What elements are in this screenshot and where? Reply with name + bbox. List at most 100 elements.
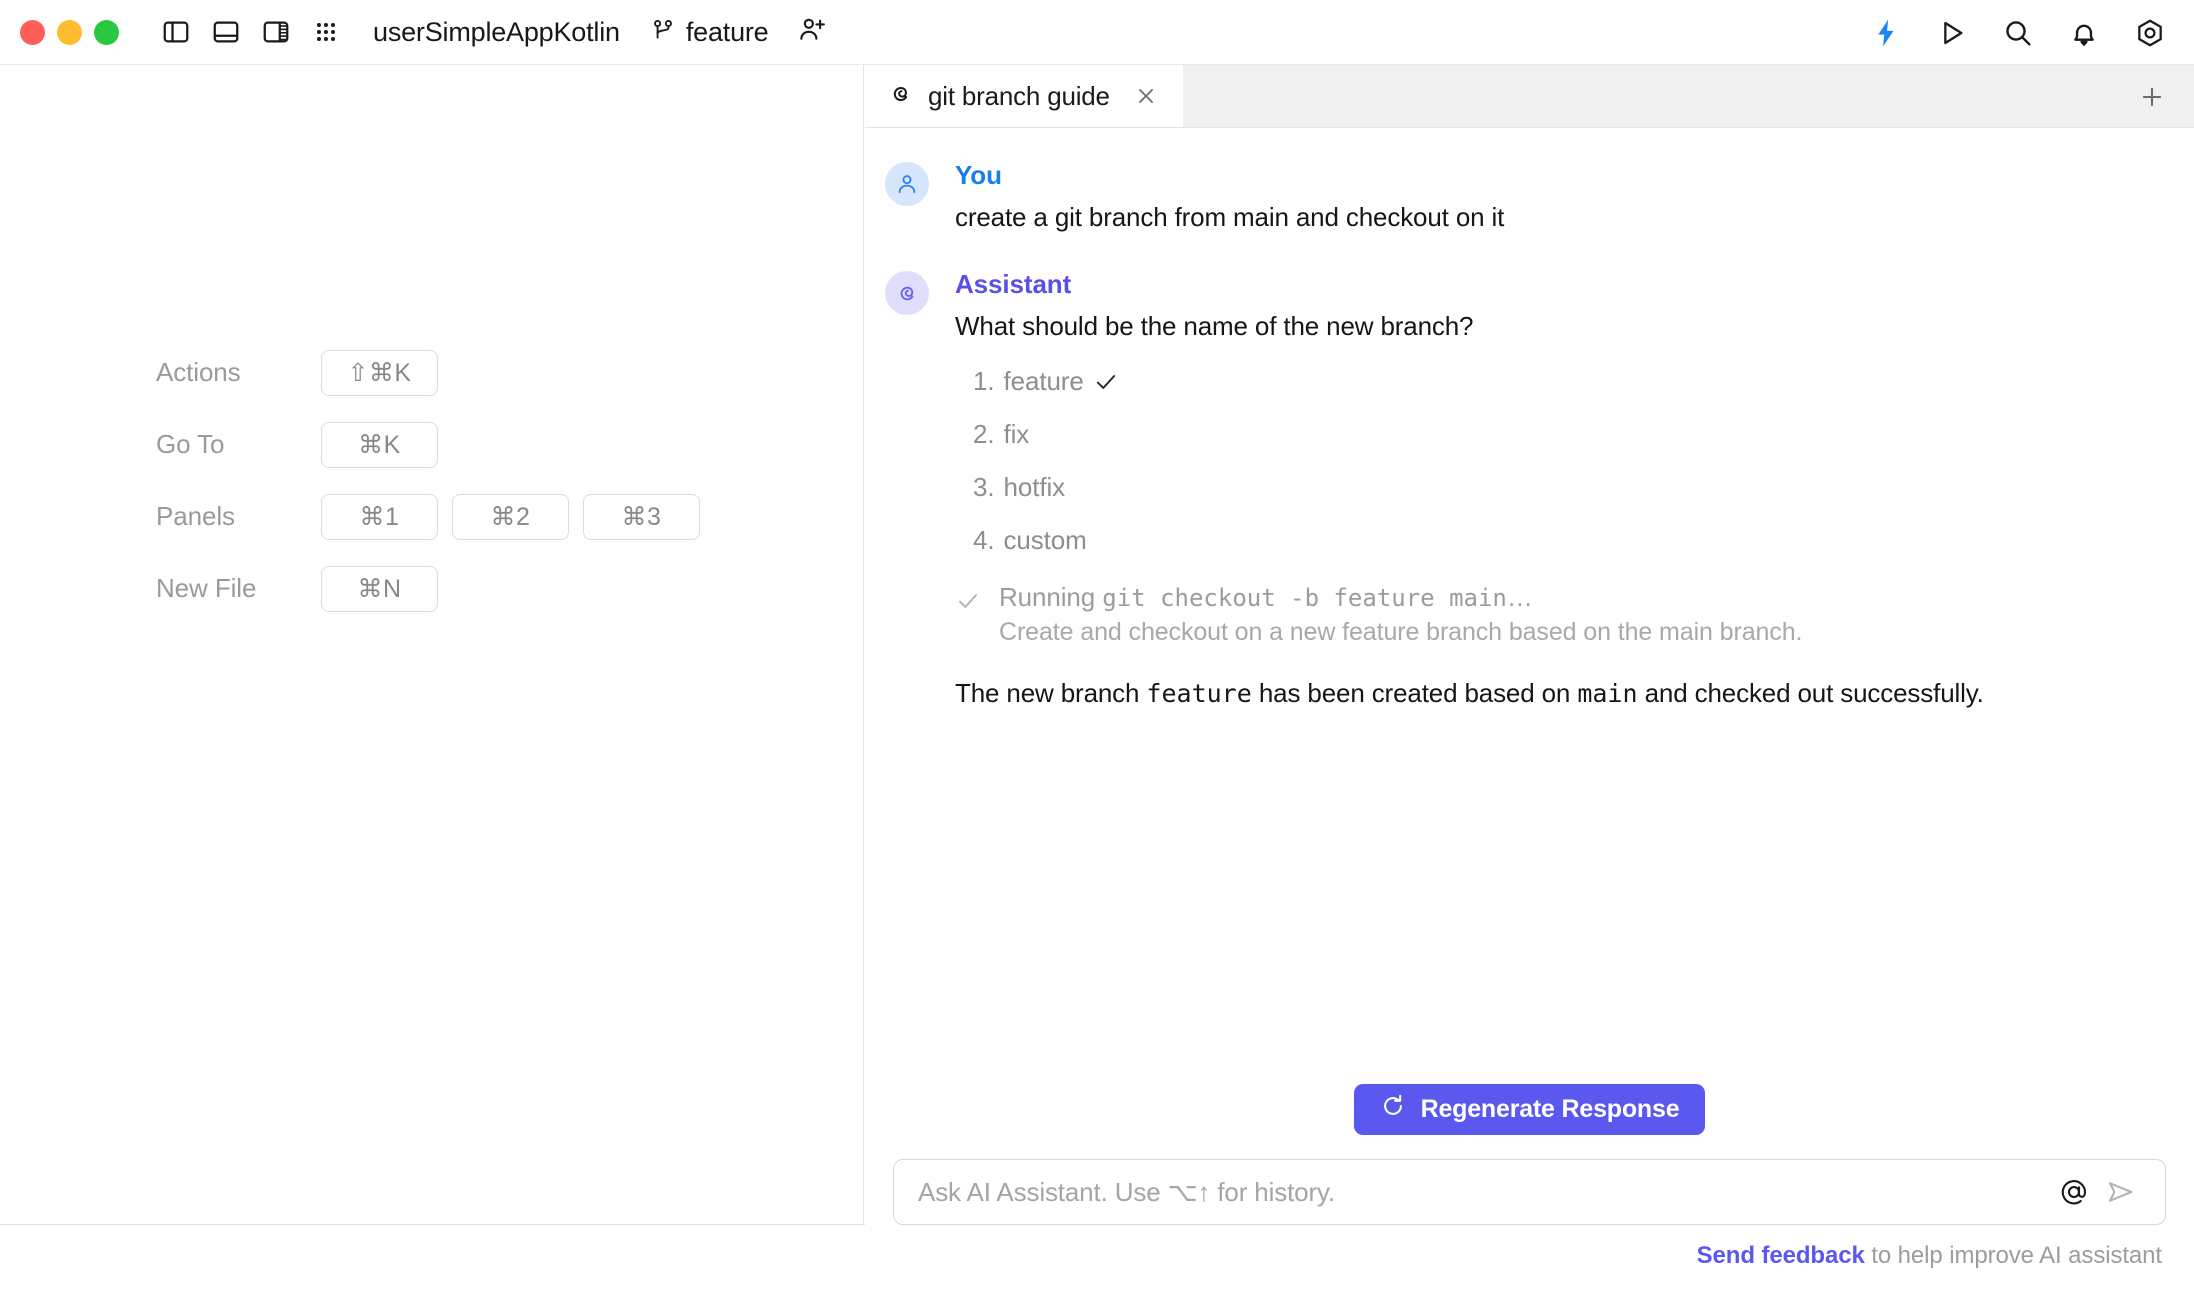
message-author: Assistant [955,269,1072,300]
run-icon[interactable] [1926,9,1978,57]
final-part-3: and checked out successfully. [1637,678,1984,709]
checkmark-icon [1093,369,1119,395]
regenerate-response-button[interactable]: Regenerate Response [1353,1084,1706,1135]
keycap-group: ⇧⌘K [321,349,438,396]
shortcut-label: Actions [156,357,241,387]
keycap-cmd-k[interactable]: ⌘K [321,421,438,468]
option-number: 3. [973,472,995,503]
chat-message-user: You create a git branch from main and ch… [865,160,2194,235]
chat-footer: Regenerate Response Ask AI Assistant. Us… [865,1084,2194,1290]
at-mention-icon[interactable] [2051,1169,2097,1215]
close-window-button[interactable] [20,19,45,45]
keycap-group: ⌘N [321,565,438,612]
git-branch-icon [650,17,676,48]
tab-label: git branch guide [928,80,1110,111]
checkmark-icon [955,588,981,619]
refresh-icon [1380,1093,1406,1126]
traffic-lights [20,19,119,45]
close-icon[interactable] [1131,81,1161,111]
option-label: custom [1003,525,1087,556]
shortcut-label: New File [156,573,257,603]
user-avatar-icon [885,162,929,206]
option-label: hotfix [1003,472,1066,503]
final-assistant-text: The new branch feature has been created … [955,677,2154,711]
tool-call-lines: Running git checkout -b feature main… Cr… [999,582,1802,647]
new-chat-tab-button[interactable] [2124,65,2180,128]
keycap-cmd-3[interactable]: ⌘3 [583,493,700,540]
ai-spiral-icon [887,80,915,113]
lightning-icon[interactable] [1860,9,1912,57]
option-number: 4. [973,525,995,556]
chat-input-row[interactable]: Ask AI Assistant. Use ⌥↑ for history. [893,1159,2166,1225]
ai-spiral-avatar-icon [885,271,929,316]
branch-name-options: 1. feature 2. fix 3. hotfix 4. custom [973,366,2154,556]
final-part-1: The new branch [955,678,1147,709]
send-feedback-link[interactable]: Send feedback [1697,1242,1865,1269]
tool-call-command: git checkout -b feature main [1102,584,1507,613]
shortcut-row-actions: Actions ⇧⌘K [156,345,700,400]
shortcut-row-newfile: New File ⌘N [156,561,700,616]
keycap-group: ⌘1 ⌘2 ⌘3 [321,493,700,540]
message-body: Assistant What should be the name of the… [955,269,2154,711]
final-code-feature: feature [1146,679,1252,709]
message-text: create a git branch from main and checko… [955,202,1505,232]
chat-input[interactable]: Ask AI Assistant. Use ⌥↑ for history. [918,1177,2051,1208]
keycap-group: ⌘K [321,421,438,468]
bottom-panel-icon[interactable] [201,9,251,55]
app-window: userSimpleAppKotlin feature Actions ⇧⌘K … [0,0,2194,1290]
keycap-cmd-2[interactable]: ⌘2 [452,493,569,540]
settings-gear-icon[interactable] [2124,9,2176,57]
titlebar-actions [1860,0,2176,65]
add-collaborator-button[interactable] [797,15,827,50]
zoom-window-button[interactable] [94,19,119,45]
chat-tab-bar: git branch guide [865,65,2194,128]
regenerate-wrapper: Regenerate Response [893,1084,2166,1135]
person-plus-icon [797,15,827,50]
feedback-row: Send feedback to help improve AI assista… [893,1242,2166,1270]
option-hotfix[interactable]: 3. hotfix [973,472,2154,503]
shortcut-row-goto: Go To ⌘K [156,417,700,472]
option-custom[interactable]: 4. custom [973,525,2154,556]
pane-divider [0,1224,865,1225]
shortcuts-list: Actions ⇧⌘K Go To ⌘K Panels ⌘1 ⌘2 ⌘3 New… [156,345,700,616]
keycap-shift-cmd-k[interactable]: ⇧⌘K [321,349,438,396]
chat-message-assistant: Assistant What should be the name of the… [865,269,2194,711]
option-fix[interactable]: 2. fix [973,419,2154,450]
minimize-window-button[interactable] [57,19,82,45]
left-panel-icon[interactable] [151,9,201,55]
chat-transcript: You create a git branch from main and ch… [865,128,2194,1157]
option-feature[interactable]: 1. feature [973,366,2154,397]
tab-git-branch-guide[interactable]: git branch guide [865,65,1183,127]
branch-selector[interactable]: feature [650,17,769,48]
title-bar: userSimpleAppKotlin feature [0,0,2194,65]
tool-call-block: Running git checkout -b feature main… Cr… [955,582,2154,647]
keycap-cmd-n[interactable]: ⌘N [321,565,438,612]
message-body: You create a git branch from main and ch… [955,160,2154,235]
shortcut-label: Go To [156,429,225,459]
tool-call-suffix: … [1506,582,1533,613]
shortcut-row-panels: Panels ⌘1 ⌘2 ⌘3 [156,489,700,544]
regenerate-label: Regenerate Response [1420,1095,1680,1123]
final-part-2: has been created based on [1251,678,1578,709]
ai-assistant-pane: git branch guide You create a git branch… [865,65,2194,1290]
notifications-bell-icon[interactable] [2058,9,2110,57]
tool-call-title: Running git checkout -b feature main… [999,582,1802,613]
tool-call-prefix: Running [999,582,1103,613]
editor-empty-pane: Actions ⇧⌘K Go To ⌘K Panels ⌘1 ⌘2 ⌘3 New… [0,65,865,1225]
grid-dots-icon[interactable] [301,9,351,55]
send-arrow-icon[interactable] [2097,1169,2143,1215]
branch-label: feature [685,16,769,47]
shortcut-label: Panels [156,501,235,531]
right-panel-icon[interactable] [251,9,301,55]
tool-call-description: Create and checkout on a new feature bra… [999,618,1803,647]
final-code-main: main [1577,679,1638,709]
message-text: What should be the name of the new branc… [955,311,1474,342]
keycap-cmd-1[interactable]: ⌘1 [321,493,438,540]
option-label: feature [1003,366,1084,397]
option-number: 1. [973,366,995,397]
project-title[interactable]: userSimpleAppKotlin [373,17,620,48]
message-author: You [955,160,1002,190]
panel-toggle-group [151,9,351,55]
feedback-rest-text: to help improve AI assistant [1864,1242,2162,1269]
search-icon[interactable] [1992,9,2044,57]
